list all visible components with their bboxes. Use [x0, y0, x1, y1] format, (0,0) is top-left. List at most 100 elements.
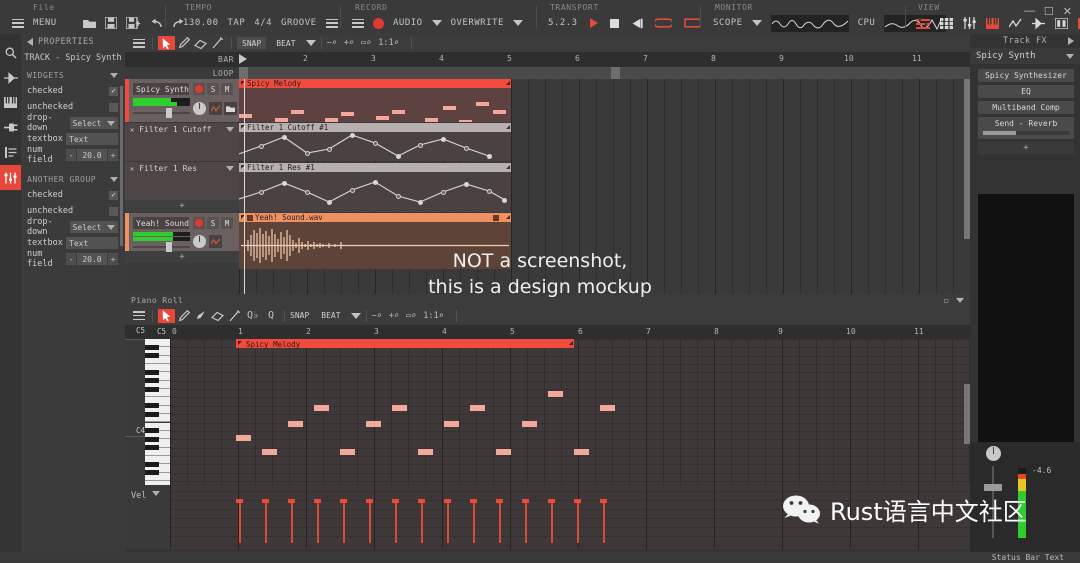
checkbox-unchecked[interactable]: [109, 206, 118, 216]
velocity-handle[interactable]: [496, 499, 503, 503]
track-automation-button[interactable]: [209, 235, 222, 248]
piano-black-key[interactable]: [145, 378, 159, 384]
menu-hamburger-icon[interactable]: [12, 18, 24, 28]
piano-roll-note[interactable]: [314, 405, 329, 411]
velocity-chevron-down-icon[interactable]: [152, 491, 161, 496]
track-record-arm-button[interactable]: [193, 217, 205, 229]
arrange-menu-icon[interactable]: [130, 36, 147, 50]
record-button[interactable]: [373, 17, 384, 29]
number-increment-button[interactable]: +: [108, 149, 118, 161]
fx-add-button[interactable]: +: [978, 142, 1074, 154]
pr-clip-header[interactable]: Spicy Melody: [236, 339, 574, 349]
number-value[interactable]: 20.0: [77, 253, 107, 265]
piano-black-key[interactable]: [145, 470, 159, 475]
track-header-yeah-sound[interactable]: Yeah! Sound S M: [125, 213, 239, 252]
rail-send-icon[interactable]: [0, 65, 21, 90]
save-icon[interactable]: [104, 17, 117, 29]
fx-track-selector[interactable]: Spicy Synth: [970, 48, 1080, 64]
track-mute-button[interactable]: M: [221, 217, 233, 229]
master-fader-handle[interactable]: [984, 484, 1002, 491]
piano-black-key[interactable]: [145, 428, 159, 434]
pr-slice-tool[interactable]: [226, 309, 243, 323]
overwrite-chevron-down-icon[interactable]: [512, 20, 523, 26]
quantize-button[interactable]: Q: [263, 309, 279, 323]
clip-header[interactable]: Spicy Melody: [239, 79, 511, 88]
rail-search-icon[interactable]: [0, 40, 21, 65]
piano-black-key[interactable]: [145, 344, 159, 350]
master-pan-knob[interactable]: [986, 446, 1001, 461]
track-name[interactable]: Yeah! Sound: [133, 217, 189, 229]
velocity-handle[interactable]: [288, 499, 295, 503]
lane-close-icon[interactable]: ✕: [130, 165, 134, 173]
number-stepper[interactable]: - 20.0 +: [66, 253, 118, 265]
fx-slot-multiband[interactable]: Multiband Comp: [978, 101, 1074, 114]
arrange-note[interactable]: [275, 118, 288, 122]
piano-roll-note[interactable]: [288, 421, 303, 427]
dropdown-select[interactable]: Select: [69, 221, 118, 233]
textbox-input[interactable]: Text: [66, 237, 118, 249]
clip-filter-cutoff[interactable]: Filter 1 Cutoff #1: [239, 123, 511, 161]
velocity-handle[interactable]: [600, 499, 607, 503]
faders-view-icon[interactable]: [963, 17, 976, 29]
prop-row-numfield[interactable]: num field - 20.0 +: [27, 145, 122, 165]
clip-header[interactable]: Yeah! Sound.wav: [239, 213, 511, 222]
clip-fx-icon[interactable]: [493, 214, 499, 221]
piano-view-icon[interactable]: [986, 17, 999, 29]
track-solo-button[interactable]: S: [207, 217, 219, 229]
clip-header[interactable]: Filter 1 Res #1: [239, 163, 511, 172]
prop-row-checked[interactable]: checked ✓: [27, 83, 122, 99]
lane-chevron-down-icon[interactable]: [226, 166, 234, 171]
piano-roll-grid[interactable]: Spicy Melody: [170, 339, 970, 485]
velocity-handle[interactable]: [548, 499, 555, 503]
velocity-handle[interactable]: [392, 499, 399, 503]
arrange-note[interactable]: [341, 112, 354, 116]
piano-roll-note[interactable]: [496, 449, 511, 455]
velocity-handle[interactable]: [522, 499, 529, 503]
rail-piano-icon[interactable]: [0, 90, 21, 115]
fx-slot-send-reverb[interactable]: Send - Reverb: [978, 117, 1074, 139]
properties-collapse-icon[interactable]: [27, 38, 33, 46]
loop-range-button[interactable]: [683, 17, 701, 29]
arrange-note[interactable]: [376, 116, 389, 120]
track-io-button[interactable]: [224, 102, 237, 115]
window-maximize-button[interactable]: ☐: [1044, 5, 1054, 18]
velocity-stem[interactable]: [603, 501, 605, 543]
lane-chevron-down-icon[interactable]: [226, 127, 234, 132]
arrange-canvas[interactable]: Spicy Melody Filter 1 Cutoff #1 Filter 1…: [239, 79, 970, 294]
piano-roll-note[interactable]: [392, 405, 407, 411]
clip-filter-res[interactable]: Filter 1 Res #1: [239, 163, 511, 212]
clip-header[interactable]: Filter 1 Cutoff #1: [239, 123, 511, 132]
track-solo-button[interactable]: S: [207, 83, 219, 95]
mixer-view-icon[interactable]: [916, 17, 930, 29]
piano-black-key[interactable]: [145, 444, 159, 450]
panels-view-icon[interactable]: [1055, 17, 1068, 29]
fx-track-chevron-down-icon[interactable]: [1066, 53, 1074, 59]
velocity-stem[interactable]: [447, 501, 449, 543]
track-record-arm-button[interactable]: [193, 83, 205, 95]
pr-paint-tool[interactable]: [192, 309, 209, 323]
rail-list-icon[interactable]: [0, 140, 21, 165]
pr-eraser-tool[interactable]: [209, 309, 226, 323]
record-input-mode[interactable]: AUDIO: [393, 18, 423, 28]
zoom-fit-button[interactable]: ▭⌕: [361, 38, 371, 48]
clip-yeah-sound[interactable]: Yeah! Sound.wav: [239, 213, 511, 269]
arrange-note[interactable]: [459, 120, 472, 122]
timeline-ruler[interactable]: 2 3 4 5 6 7 8 9 10 11: [239, 52, 970, 67]
rail-mixer-icon[interactable]: [0, 165, 21, 190]
piano-black-key[interactable]: [145, 411, 159, 417]
scope-chevron-down-icon[interactable]: [751, 20, 762, 26]
add-track-button[interactable]: +: [125, 251, 239, 263]
pr-pointer-tool[interactable]: [158, 308, 175, 323]
tempo-value[interactable]: 130.00: [183, 18, 219, 28]
velocity-stem[interactable]: [291, 501, 293, 543]
pr-timeline-ruler[interactable]: 0 1 2 3 4 5 6 7 8 9 10 11: [170, 325, 970, 339]
piano-roll-note[interactable]: [548, 391, 563, 397]
arrange-note[interactable]: [493, 110, 506, 114]
textbox-input[interactable]: Text: [66, 133, 118, 145]
velocity-stem[interactable]: [525, 501, 527, 543]
piano-roll-note[interactable]: [418, 449, 433, 455]
fx-slot-eq[interactable]: EQ: [978, 85, 1074, 98]
pointer-tool[interactable]: [158, 36, 175, 50]
pencil-tool[interactable]: [175, 36, 192, 50]
play-button[interactable]: [589, 18, 598, 28]
